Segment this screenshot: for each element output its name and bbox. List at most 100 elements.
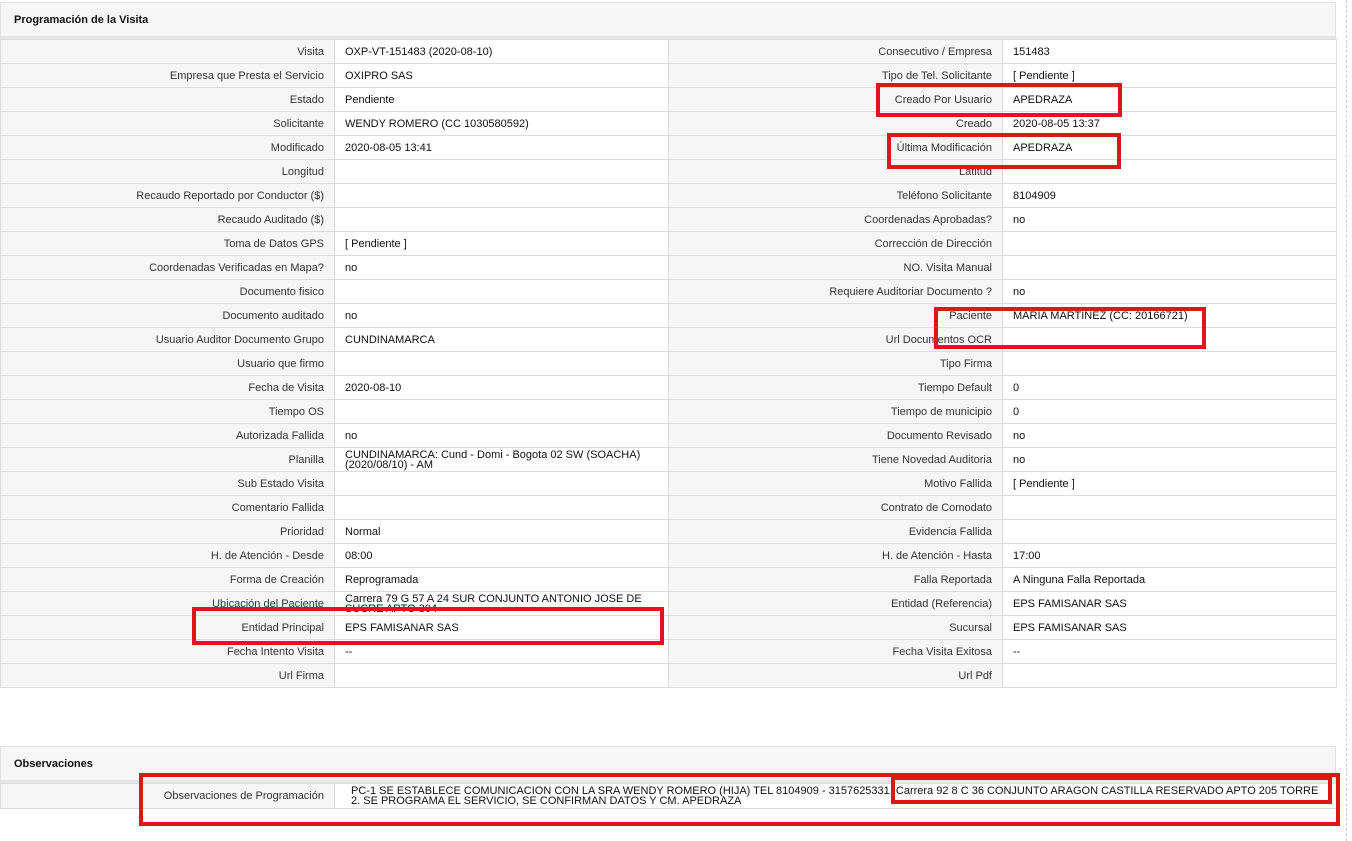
- field-label-19-right: Contrato de Comodato: [668, 495, 1003, 520]
- field-label-10-left: Documento fisico: [0, 279, 335, 304]
- field-value-text: A Ninguna Falla Reportada: [1013, 573, 1146, 586]
- field-label-25-right: Fecha Visita Exitosa: [668, 639, 1003, 664]
- field-label-text: Usuario que firmo: [237, 357, 324, 370]
- field-value-25-left: --: [334, 639, 669, 664]
- field-label-1-left: Empresa que Presta el Servicio: [0, 63, 335, 88]
- field-label-11-right: Paciente: [668, 303, 1003, 328]
- field-label-text: Tiene Novedad Auditoria: [871, 453, 992, 466]
- field-value-19-left: [334, 495, 669, 520]
- field-value-text: [ Pendiente ]: [345, 237, 407, 250]
- field-value-5-left: [334, 159, 669, 184]
- field-value-text: 151483: [1013, 45, 1050, 58]
- field-label-text: Planilla: [288, 453, 324, 466]
- field-label-text: Sucursal: [949, 621, 992, 634]
- field-value-8-left: [ Pendiente ]: [334, 231, 669, 256]
- field-label-text: Toma de Datos GPS: [223, 237, 324, 250]
- field-value-1-left: OXIPRO SAS: [334, 63, 669, 88]
- field-label-text: Url Firma: [278, 669, 324, 682]
- programacion-title: Programación de la Visita: [14, 13, 149, 26]
- field-label-text: Última Modificación: [896, 141, 992, 154]
- field-label-text: Visita: [297, 45, 324, 58]
- field-label-text: Tipo Firma: [939, 357, 992, 370]
- field-label-text: Tiempo de municipio: [890, 405, 992, 418]
- field-value-text: WENDY ROMERO (CC 1030580592): [345, 117, 529, 130]
- field-value-26-right: [1002, 663, 1337, 688]
- field-value-10-right: no: [1002, 279, 1337, 304]
- field-label-text: Documento auditado: [222, 309, 324, 322]
- field-label-14-right: Tiempo Default: [668, 375, 1003, 400]
- field-value-20-right: [1002, 519, 1337, 544]
- field-value-5-right: [1002, 159, 1337, 184]
- field-label-4-left: Modificado: [0, 135, 335, 160]
- field-value-text: no: [1013, 429, 1026, 442]
- field-value-text: Normal: [345, 525, 381, 538]
- field-value-16-right: no: [1002, 423, 1337, 448]
- field-label-text: Contrato de Comodato: [880, 501, 992, 514]
- field-value-23-left: Carrera 79 G 57 A 24 SUR CONJUNTO ANTONI…: [334, 591, 669, 616]
- field-label-text: Corrección de Dirección: [874, 237, 992, 250]
- field-value-2-right: APEDRAZA: [1002, 87, 1337, 112]
- field-label-2-right: Creado Por Usuario: [668, 87, 1003, 112]
- field-label-text: Creado: [955, 117, 992, 130]
- field-label-text: Longitud: [281, 165, 324, 178]
- field-value-14-left: 2020-08-10: [334, 375, 669, 400]
- field-value-14-right: 0: [1002, 375, 1337, 400]
- observaciones-label-text: Observaciones de Programación: [163, 790, 324, 802]
- field-value-17-right: no: [1002, 447, 1337, 472]
- field-label-17-right: Tiene Novedad Auditoria: [668, 447, 1003, 472]
- field-label-text: Entidad Principal: [241, 621, 324, 634]
- field-value-7-right: no: [1002, 207, 1337, 232]
- field-value-3-right: 2020-08-05 13:37: [1002, 111, 1337, 136]
- field-value-text: 0: [1013, 381, 1020, 394]
- field-value-text: Reprogramada: [345, 573, 419, 586]
- field-label-24-left: Entidad Principal: [0, 615, 335, 640]
- page-edge-divider: [1346, 0, 1347, 841]
- field-value-text: 08:00: [345, 549, 373, 562]
- field-value-9-left: no: [334, 255, 669, 280]
- field-label-12-left: Usuario Auditor Documento Grupo: [0, 327, 335, 352]
- field-value-text: no: [1013, 213, 1026, 226]
- field-label-21-left: H. de Atención - Desde: [0, 543, 335, 568]
- field-label-text: Coordenadas Verificadas en Mapa?: [149, 261, 324, 274]
- field-label-13-right: Tipo Firma: [668, 351, 1003, 376]
- field-label-text: Recaudo Reportado por Conductor ($): [136, 189, 324, 202]
- field-value-text: Pendiente: [345, 93, 395, 106]
- observaciones-label: Observaciones de Programación: [0, 783, 335, 809]
- field-label-24-right: Sucursal: [668, 615, 1003, 640]
- field-label-text: Prioridad: [279, 525, 324, 538]
- field-value-text: --: [345, 645, 353, 658]
- field-value-text: APEDRAZA: [1013, 141, 1073, 154]
- field-value-text: EPS FAMISANAR SAS: [345, 621, 459, 634]
- field-value-21-right: 17:00: [1002, 543, 1337, 568]
- observaciones-panel: Observaciones Observaciones de Programac…: [0, 746, 1337, 809]
- field-value-text: MARIA MARTINEZ (CC: 20166721): [1013, 309, 1188, 322]
- field-label-text: Motivo Fallida: [924, 477, 992, 490]
- field-label-text: Url Documentos OCR: [885, 333, 992, 346]
- field-value-text: CUNDINAMARCA: [345, 333, 435, 346]
- field-label-text: Entidad (Referencia): [891, 597, 992, 610]
- field-value-text: 0: [1013, 405, 1020, 418]
- field-label-25-left: Fecha Intento Visita: [0, 639, 335, 664]
- field-value-text: no: [1013, 453, 1026, 466]
- field-value-text: CUNDINAMARCA: Cund - Domi - Bogota 02 SW…: [345, 448, 641, 471]
- field-label-9-left: Coordenadas Verificadas en Mapa?: [0, 255, 335, 280]
- field-label-7-right: Coordenadas Aprobadas?: [668, 207, 1003, 232]
- field-value-20-left: Normal: [334, 519, 669, 544]
- field-label-1-right: Tipo de Tel. Solicitante: [668, 63, 1003, 88]
- field-label-26-left: Url Firma: [0, 663, 335, 688]
- field-label-21-right: H. de Atención - Hasta: [668, 543, 1003, 568]
- field-value-text: no: [345, 309, 358, 322]
- field-value-6-left: [334, 183, 669, 208]
- field-label-text: Tiempo OS: [268, 405, 324, 418]
- field-value-26-left: [334, 663, 669, 688]
- field-label-18-right: Motivo Fallida: [668, 471, 1003, 496]
- field-label-text: Fecha de Visita: [248, 381, 324, 394]
- field-label-15-right: Tiempo de municipio: [668, 399, 1003, 424]
- field-label-text: Forma de Creación: [229, 573, 324, 586]
- field-label-18-left: Sub Estado Visita: [0, 471, 335, 496]
- field-value-23-right: EPS FAMISANAR SAS: [1002, 591, 1337, 616]
- field-label-text: H. de Atención - Desde: [210, 549, 324, 562]
- programacion-table: Visita OXP-VT-151483 (2020-08-10) Consecut…: [0, 39, 1337, 688]
- field-label-text: Creado Por Usuario: [894, 93, 992, 106]
- field-label-0-right: Consecutivo / Empresa: [668, 39, 1003, 64]
